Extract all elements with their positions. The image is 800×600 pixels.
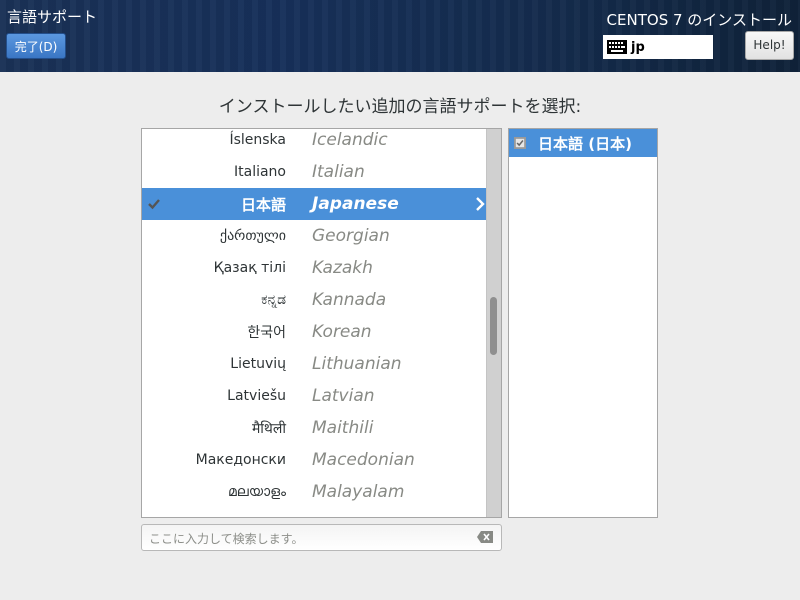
language-prompt: インストールしたい追加の言語サポートを選択: [218, 97, 582, 117]
language-english-name: Japanese [312, 194, 399, 214]
language-native-name: Latviešu [227, 388, 286, 404]
language-native-name: Íslenska [229, 132, 286, 148]
language-english-name: Kannada [312, 290, 387, 310]
language-english-name: Italian [312, 162, 365, 182]
language-native-name: Italiano [234, 164, 286, 180]
language-row[interactable]: 日本語 Japanese [142, 188, 488, 220]
locale-label: 日本語 (日本) [538, 134, 632, 153]
language-english-name: Lithuanian [312, 354, 402, 374]
language-row[interactable]: मैथिली Maithili [142, 412, 488, 444]
language-row[interactable]: Íslenska Icelandic [142, 129, 488, 156]
language-english-name: Korean [312, 322, 372, 342]
language-row[interactable]: ქართული Georgian [142, 220, 488, 252]
language-native-name: മലയാളം [227, 484, 286, 500]
language-english-name: Georgian [312, 226, 390, 246]
language-row[interactable]: 한국어 Korean [142, 316, 488, 348]
language-english-name: Maithili [312, 418, 374, 438]
checkmark-icon [148, 199, 160, 210]
search-field[interactable] [141, 524, 502, 551]
language-list-scrollbar[interactable] [486, 129, 501, 517]
language-native-name: मैथिली [251, 420, 286, 437]
product-title: CENTOS 7 のインストール [606, 11, 792, 29]
language-native-name: Қазақ тілі [213, 260, 286, 276]
language-row[interactable]: Македонски Macedonian [142, 444, 488, 476]
language-row[interactable]: Қазақ тілі Kazakh [142, 252, 488, 284]
locale-checkbox[interactable] [514, 137, 526, 149]
search-input[interactable] [147, 528, 471, 549]
language-english-name: Malayalam [312, 482, 405, 502]
locale-row[interactable]: 日本語 (日本) [509, 129, 657, 157]
locale-list[interactable]: 日本語 (日本) [508, 128, 658, 518]
language-rows: Íslenska Icelandic Italiano Italian 日本語 Japan… [142, 129, 488, 508]
language-row[interactable]: Italiano Italian [142, 156, 488, 188]
language-native-name: ಕನ್ನಡ [261, 292, 286, 308]
scrollbar-thumb[interactable] [490, 297, 497, 355]
keyboard-icon [607, 40, 627, 54]
chevron-right-icon [476, 197, 485, 211]
done-button[interactable]: 完了(D) [6, 33, 66, 59]
language-native-name: ქართული [219, 228, 286, 244]
language-english-name: Icelandic [312, 130, 388, 150]
language-english-name: Kazakh [312, 258, 373, 278]
language-native-name: 한국어 [247, 325, 286, 341]
language-english-name: Macedonian [312, 450, 415, 470]
language-native-name: Македонски [195, 452, 286, 468]
spoke-title: 言語サポート [7, 8, 98, 26]
keyboard-layout-label: jp [631, 39, 645, 55]
language-native-name: 日本語 [240, 195, 286, 214]
language-list[interactable]: Íslenska Icelandic Italiano Italian 日本語 Japan… [141, 128, 502, 518]
locale-rows: 日本語 (日本) [509, 129, 657, 157]
clear-search-icon[interactable] [477, 531, 493, 543]
language-native-name: Lietuvių [230, 356, 286, 372]
language-row[interactable]: Latviešu Latvian [142, 380, 488, 412]
keyboard-layout-indicator[interactable]: jp [603, 35, 713, 59]
language-row[interactable]: Lietuvių Lithuanian [142, 348, 488, 380]
help-button[interactable]: Help! [745, 31, 794, 60]
language-row[interactable]: മലയാളം Malayalam [142, 476, 488, 508]
language-english-name: Latvian [312, 386, 375, 406]
language-row[interactable]: ಕನ್ನಡ Kannada [142, 284, 488, 316]
